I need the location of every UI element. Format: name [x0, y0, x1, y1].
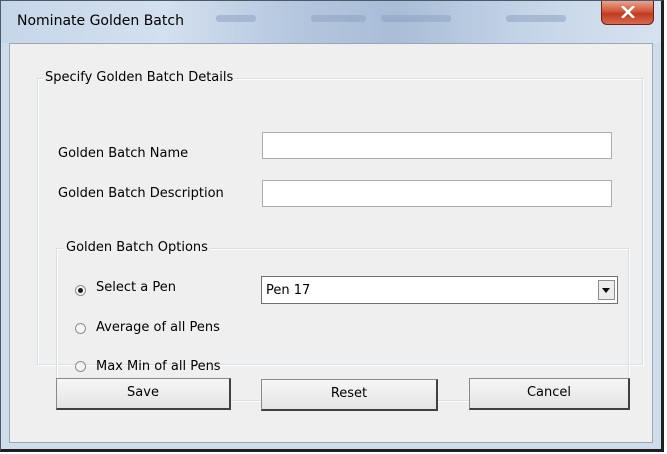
background-blur [311, 15, 366, 22]
details-group-legend: Specify Golden Batch Details [43, 70, 236, 85]
select-a-pen-label[interactable]: Select a Pen [96, 280, 176, 295]
pen-dropdown-value: Pen 17 [266, 283, 311, 298]
reset-button[interactable]: Reset [261, 379, 438, 411]
background-blur [506, 15, 566, 22]
max-min-of-all-pens-label[interactable]: Max Min of all Pens [96, 359, 221, 374]
dialog-client-area: Specify Golden Batch Details Golden Batc… [9, 43, 653, 443]
title-bar[interactable]: Nominate Golden Batch [1, 1, 661, 43]
average-of-all-pens-label[interactable]: Average of all Pens [96, 320, 220, 335]
max-min-of-all-pens-radio[interactable] [75, 361, 86, 372]
details-groupbox: Specify Golden Batch Details Golden Batc… [37, 70, 643, 401]
save-button[interactable]: Save [56, 378, 231, 410]
golden-batch-description-input[interactable] [262, 180, 612, 207]
average-of-all-pens-radio[interactable] [75, 323, 86, 334]
options-group-legend: Golden Batch Options [64, 240, 210, 255]
golden-batch-name-input[interactable] [262, 132, 612, 159]
close-button[interactable] [601, 1, 654, 25]
chevron-down-icon[interactable] [598, 280, 615, 300]
background-blur [381, 15, 451, 22]
pen-dropdown[interactable]: Pen 17 [261, 276, 618, 304]
nominate-golden-batch-dialog: Nominate Golden Batch Specify Golden Bat… [0, 0, 664, 452]
radio-selected-dot [78, 288, 83, 293]
cancel-button[interactable]: Cancel [469, 378, 630, 410]
golden-batch-name-label: Golden Batch Name [58, 146, 189, 161]
close-icon [621, 6, 635, 18]
select-a-pen-radio[interactable] [75, 285, 86, 296]
golden-batch-description-label: Golden Batch Description [58, 186, 224, 201]
background-blur [216, 15, 256, 22]
window-title: Nominate Golden Batch [17, 13, 184, 29]
